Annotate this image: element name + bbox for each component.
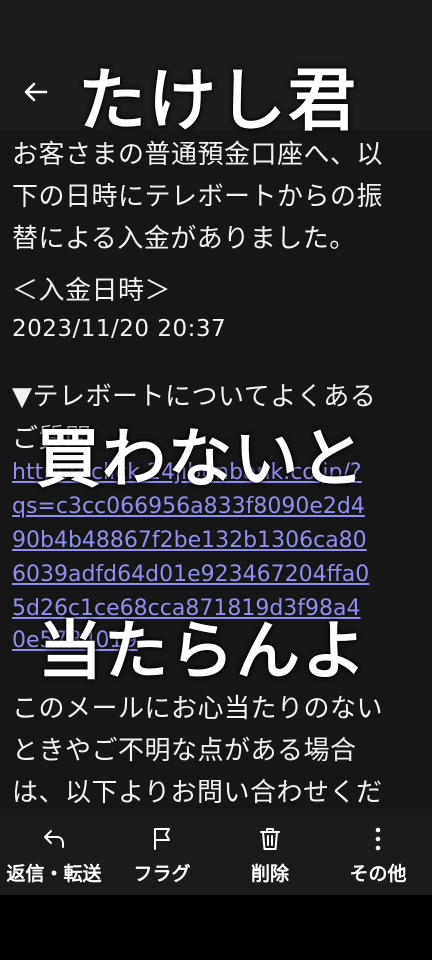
message-line: 替による入金がありました。 xyxy=(12,224,356,254)
reply-forward-label: 返信・転送 xyxy=(6,863,102,885)
more-label: その他 xyxy=(349,863,407,885)
message-line: 下の日時にテレボートからの振 xyxy=(12,182,384,212)
more-button[interactable]: その他 xyxy=(324,815,432,895)
sender-title: たけし君 xyxy=(78,62,359,141)
message-line: ときやご不明な点がある場合 xyxy=(12,736,357,766)
reply-icon xyxy=(44,830,64,848)
faq-link[interactable]: 6039adfd64d01e923467204ffa0 xyxy=(12,559,422,591)
flag-label: フラグ xyxy=(133,863,191,885)
arrow-left-icon[interactable] xyxy=(20,76,52,108)
message-line: は、以下よりお問い合わせくだ xyxy=(12,778,383,808)
deposit-datetime: 2023/11/20 20:37 xyxy=(12,316,227,342)
message-line: このメールにお心当たりのない xyxy=(12,694,384,724)
bottom-toolbar: 返信・転送 フラグ 削除 その他 xyxy=(0,815,432,895)
delete-button[interactable]: 削除 xyxy=(216,815,324,895)
delete-label: 削除 xyxy=(250,863,289,885)
message-line: ＜入金日時＞ xyxy=(12,276,172,306)
reply-forward-button[interactable]: 返信・転送 xyxy=(0,815,108,895)
caption-overlay-middle: 買わないと xyxy=(36,423,366,497)
faq-link[interactable]: 90b4b48867f2be132b1306ca80 xyxy=(12,525,422,557)
more-vertical-icon xyxy=(375,827,381,851)
caption-overlay-lower: 当たらんよ xyxy=(38,615,368,689)
flag-icon xyxy=(154,828,170,850)
trash-icon xyxy=(260,828,280,850)
faq-heading: ▼テレボートについてよくある xyxy=(12,382,377,412)
flag-button[interactable]: フラグ xyxy=(108,815,216,895)
